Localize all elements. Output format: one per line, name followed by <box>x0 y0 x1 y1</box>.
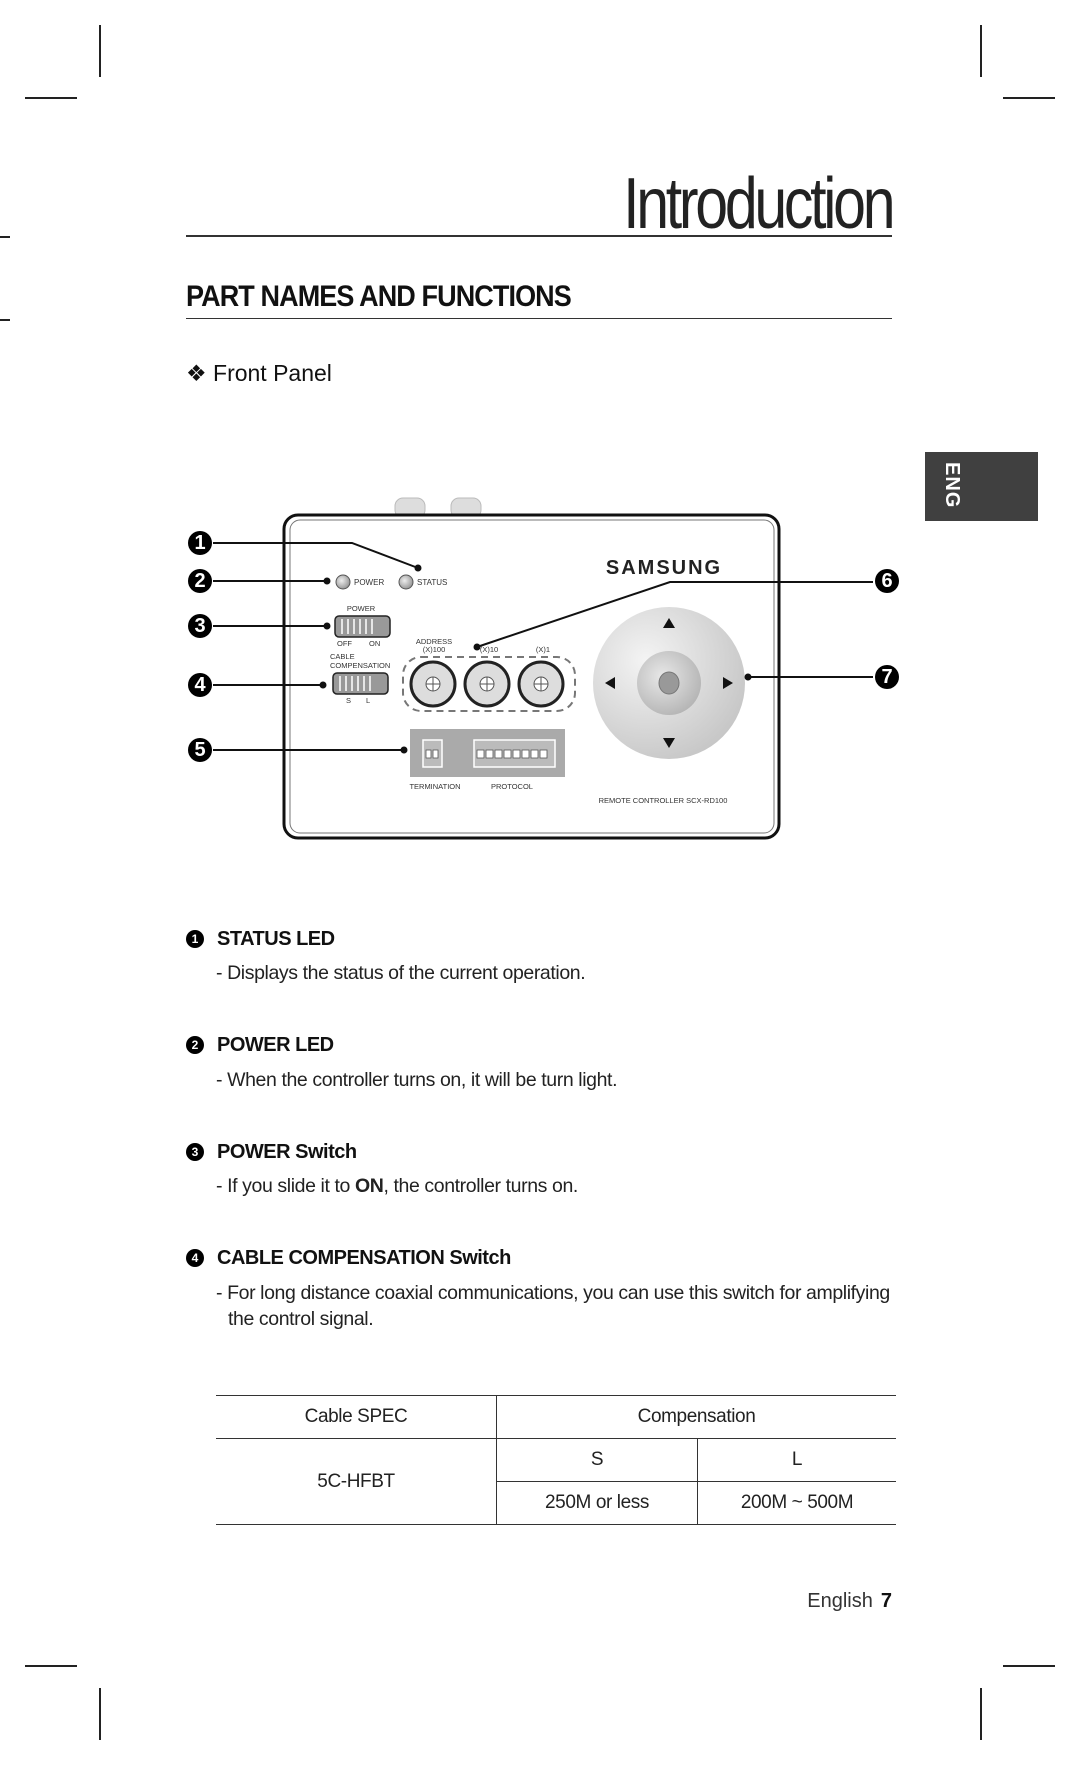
subsection-label: Front Panel <box>213 360 332 386</box>
callout-4: 4 <box>188 673 212 697</box>
power-off-label: OFF <box>337 639 352 648</box>
crop-mark <box>99 1688 101 1740</box>
cable-spec-table: Cable SPEC Compensation 5C-HFBT S L 250M… <box>216 1395 896 1525</box>
diamond-bullet-icon: ❖ <box>186 360 207 386</box>
callout-3: 3 <box>188 614 212 638</box>
cable-switch-label-2: COMPENSATION <box>330 661 390 670</box>
cell-mode-s: S <box>496 1438 698 1482</box>
cable-compensation-switch <box>332 672 389 695</box>
item-description: - If you slide it to ON, the controller … <box>216 1173 896 1199</box>
callout-2: 2 <box>188 569 212 593</box>
header-cable-spec: Cable SPEC <box>216 1395 497 1439</box>
item-title: STATUS LED <box>217 928 335 950</box>
item-description: - For long distance coaxial communicatio… <box>216 1280 896 1332</box>
page-footer: English 7 <box>807 1590 892 1613</box>
model-label: REMOTE CONTROLLER SCX-RD100 <box>599 796 728 805</box>
termination-label: TERMINATION <box>409 782 460 791</box>
item-title: POWER Switch <box>217 1141 357 1163</box>
item-title: CABLE COMPENSATION Switch <box>217 1247 511 1269</box>
crop-mark <box>25 97 77 99</box>
item-description: - Displays the status of the current ope… <box>216 962 586 984</box>
item-number: 3 <box>186 1143 204 1161</box>
desc-line: - For long distance coaxial communicatio… <box>216 1282 890 1304</box>
cable-switch-label-1: CABLE <box>330 652 355 661</box>
cable-l-label: L <box>366 696 370 705</box>
crop-mark <box>0 319 10 321</box>
cell-range-s: 250M or less <box>496 1481 698 1525</box>
callout-5: 5 <box>188 738 212 762</box>
crop-mark <box>0 236 10 238</box>
protocol-label: PROTOCOL <box>491 782 533 791</box>
item-number: 1 <box>186 930 204 948</box>
cable-s-label: S <box>346 696 351 705</box>
address-dial <box>463 660 511 708</box>
item-number: 4 <box>186 1249 204 1267</box>
subsection-title: ❖ Front Panel <box>186 360 332 387</box>
address-dial <box>517 660 565 708</box>
item-heading: 1 STATUS LED <box>186 928 335 951</box>
desc-line: the control signal. <box>228 1308 374 1330</box>
callout-1: 1 <box>188 531 212 555</box>
footer-language: English <box>807 1590 873 1612</box>
desc-text: - If you slide it to <box>216 1175 355 1197</box>
power-switch-label: POWER <box>347 604 376 613</box>
crop-mark <box>980 25 982 77</box>
brand-logo: SAMSUNG <box>606 557 722 579</box>
crop-mark <box>25 1665 77 1667</box>
front-panel-diagram: SAMSUNG POWER STATUS POWER OFF ON CABLE … <box>213 497 873 840</box>
power-switch <box>334 615 391 638</box>
power-led-label: POWER <box>354 578 384 587</box>
header-compensation: Compensation <box>496 1395 896 1439</box>
page-number: 7 <box>880 1590 892 1612</box>
table-header-row: Cable SPEC Compensation <box>216 1395 896 1439</box>
section-title: PART NAMES AND FUNCTIONS <box>186 280 572 313</box>
cell-range-l: 200M ~ 500M <box>697 1481 896 1525</box>
desc-emphasis: ON <box>355 1175 384 1197</box>
callout-6: 6 <box>875 569 899 593</box>
table-row: 5C-HFBT S L <box>216 1438 896 1525</box>
cell-cable: 5C-HFBT <box>216 1438 497 1525</box>
address-dial <box>409 660 457 708</box>
crop-mark <box>980 1688 982 1740</box>
item-number: 2 <box>186 1036 204 1054</box>
item-heading: 4 CABLE COMPENSATION Switch <box>186 1247 511 1270</box>
callout-7: 7 <box>875 665 899 689</box>
item-heading: 2 POWER LED <box>186 1034 334 1057</box>
item-heading: 3 POWER Switch <box>186 1141 357 1164</box>
section-rule <box>186 318 892 319</box>
status-led-label: STATUS <box>417 578 447 587</box>
desc-text: , the controller turns on. <box>383 1175 578 1197</box>
crop-mark <box>1003 1665 1055 1667</box>
item-title: POWER LED <box>217 1034 334 1056</box>
power-on-label: ON <box>369 639 380 648</box>
item-description: - When the controller turns on, it will … <box>216 1069 618 1091</box>
power-led <box>335 574 351 590</box>
crop-mark <box>99 25 101 77</box>
dial-label-1: (X)1 <box>536 645 550 654</box>
cell-mode-l: L <box>697 1438 896 1482</box>
chapter-title: Introduction <box>622 164 895 244</box>
dial-label-10: (X)10 <box>480 645 498 654</box>
crop-mark <box>1003 97 1055 99</box>
status-led <box>398 574 414 590</box>
dial-label-100: (X)100 <box>423 645 446 654</box>
